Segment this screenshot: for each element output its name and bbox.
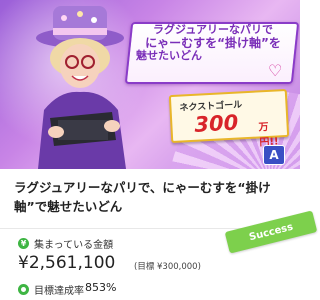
banner-title-line1: ラグジュアリーなパリで [152, 23, 273, 36]
rate-label: 目標達成率 [34, 286, 84, 297]
corner-badge: A [263, 145, 285, 165]
next-goal-tag: ネクストゴール 300 万円!! [168, 88, 290, 148]
project-title[interactable]: ラグジュアリーなパリで、にゃーむすを“掛け軸”で魅せたいどん [14, 178, 286, 216]
heart-icon: ♡ [268, 61, 283, 80]
next-goal-amount: 300 [193, 110, 239, 137]
next-goal-unit: 万円!! [258, 121, 279, 149]
yen-coin-icon: ¥ [18, 238, 29, 249]
target-icon [18, 284, 29, 295]
rate-label-row: 目標達成率 [18, 282, 84, 297]
goal-note: (目標 ¥300,000) [134, 262, 201, 272]
raised-amount: ¥2,561,100 [18, 253, 116, 273]
raised-label: 集まっている金額 [34, 240, 114, 251]
banner-title: ラグジュアリーなパリで にゃーむすを“掛け軸”を 魅せたいどん [132, 23, 294, 63]
rate-value: 853% [85, 281, 117, 294]
raised-label-row: ¥ 集まっている金額 [18, 236, 113, 251]
hero-banner[interactable]: CHAPEAU PARIS LAND ラグジュアリーなパリで にゃーむすを“掛け… [0, 0, 300, 169]
